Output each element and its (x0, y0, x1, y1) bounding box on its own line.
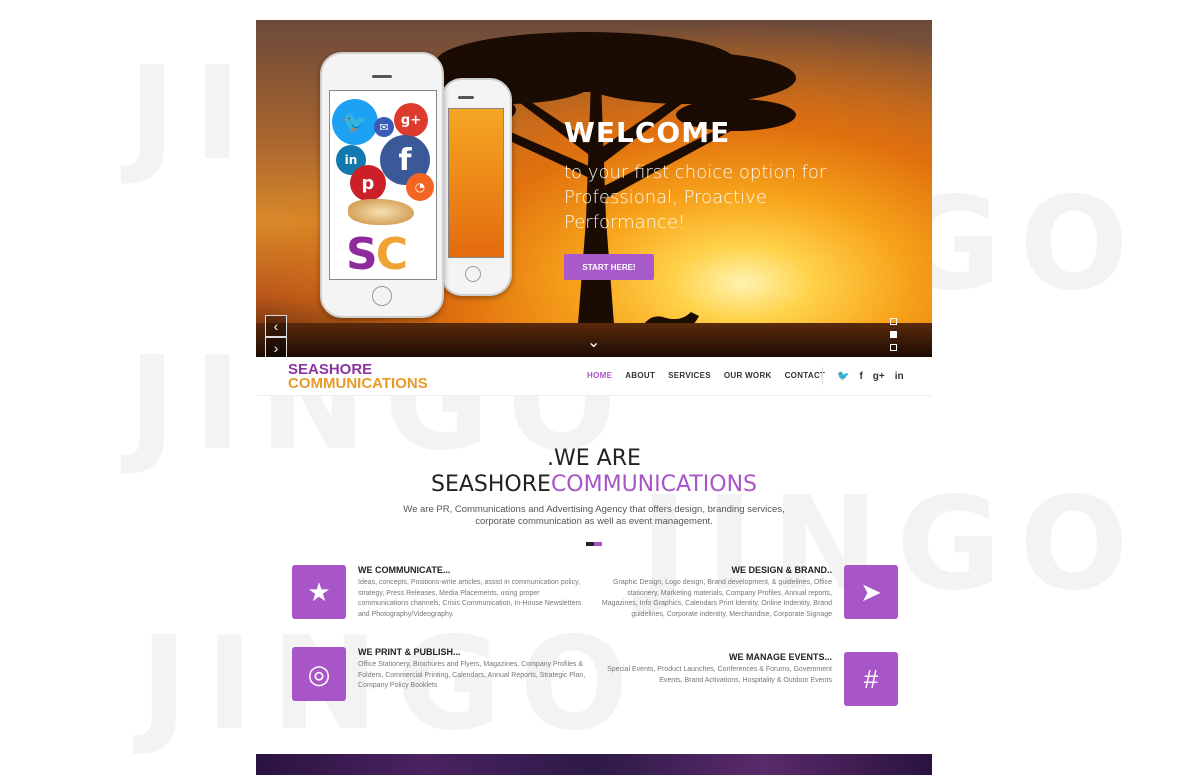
website-page: 🐦 ✉ g+ in f p ◔ SC WELCOME to your first… (256, 20, 932, 706)
main-navbar: SEASHORE COMMUNICATIONS HOME ABOUT SERVI… (256, 357, 932, 396)
linkedin-icon[interactable]: in (895, 371, 904, 382)
phone-screen: 🐦 ✉ g+ in f p ◔ SC (329, 90, 437, 280)
mail-icon: ✉ (374, 117, 394, 137)
slider-next-button[interactable]: › (265, 337, 287, 357)
pinterest-icon: p (350, 165, 386, 201)
google-plus-icon: g+ (394, 103, 428, 137)
service-title: WE DESIGN & BRAND.. (731, 565, 832, 575)
nav-item-services[interactable]: SERVICES (668, 371, 711, 380)
hashtag-icon: # (844, 652, 898, 706)
logo-line-2: COMMUNICATIONS (288, 375, 428, 392)
phone-speaker (372, 75, 392, 78)
phone-screen (448, 108, 504, 258)
about-description: We are PR, Communications and Advertisin… (403, 504, 785, 527)
about-heading-line1: .WE ARE (547, 446, 641, 471)
chevron-right-icon: › (273, 340, 279, 356)
service-text: Graphic Design, Logo design, Brand devel… (601, 579, 832, 618)
about-section: .WE ARE SEASHORECOMMUNICATIONS We are PR… (256, 396, 932, 546)
nav-item-contact[interactable]: CONTACT (785, 371, 826, 380)
twitter-icon: 🐦 (332, 99, 378, 145)
phone-mockup-back (440, 78, 512, 296)
phone-home-button (372, 286, 392, 306)
twitter-icon[interactable]: 🐦 (837, 371, 849, 382)
nav-menu: HOME ABOUT SERVICES OUR WORK CONTACT (587, 371, 825, 380)
seashell-icon (348, 199, 414, 225)
service-title: WE COMMUNICATE... (358, 565, 451, 575)
chevron-left-icon: ‹ (273, 318, 279, 334)
hero-slider: 🐦 ✉ g+ in f p ◔ SC WELCOME to your first… (256, 20, 932, 357)
facebook-icon[interactable]: f (859, 371, 862, 382)
slider-pagination (890, 318, 897, 357)
scroll-down-icon[interactable]: ⌄ (587, 332, 600, 352)
hero-tagline: to your first choice option for Professi… (564, 162, 827, 233)
section-separator (586, 542, 602, 546)
nav-item-our-work[interactable]: OUR WORK (724, 371, 772, 380)
about-heading: .WE ARE SEASHORECOMMUNICATIONS (256, 446, 932, 498)
sc-logo-letters: SC (346, 229, 408, 280)
slider-dot-active[interactable] (890, 331, 897, 338)
life-ring-icon: ◎ (292, 647, 346, 701)
service-text: Ideas, concepts, Positions-write article… (358, 579, 582, 618)
nav-item-home[interactable]: HOME (587, 371, 612, 380)
phone-mockup-front: 🐦 ✉ g+ in f p ◔ SC (320, 52, 444, 318)
slider-dot[interactable] (890, 318, 897, 325)
about-heading-dark: SEASHORE (431, 472, 551, 497)
hero-welcome-heading: WELCOME (564, 116, 731, 149)
start-here-button[interactable]: START HERE! (564, 254, 654, 280)
social-links: 🐦 f g+ in (822, 367, 904, 385)
phone-home-button (465, 266, 481, 282)
service-text: Special Events, Product Launches, Confer… (607, 666, 832, 684)
about-heading-purple: COMMUNICATIONS (550, 472, 757, 497)
service-title: WE MANAGE EVENTS... (728, 652, 832, 662)
rss-icon: ◔ (406, 173, 434, 201)
service-title: WE PRINT & PUBLISH... (358, 647, 461, 657)
nav-item-about[interactable]: ABOUT (625, 371, 655, 380)
star-icon: ★ (292, 565, 346, 619)
next-section-band (256, 754, 932, 775)
slider-prev-button[interactable]: ‹ (265, 315, 287, 337)
site-logo[interactable]: SEASHORE COMMUNICATIONS (288, 362, 428, 392)
google-plus-icon[interactable]: g+ (873, 371, 885, 382)
paper-plane-icon: ➤ (844, 565, 898, 619)
slider-dot[interactable] (890, 344, 897, 351)
service-text: Office Stationery, Brochures and Flyers,… (358, 661, 586, 689)
phone-speaker (458, 96, 474, 99)
